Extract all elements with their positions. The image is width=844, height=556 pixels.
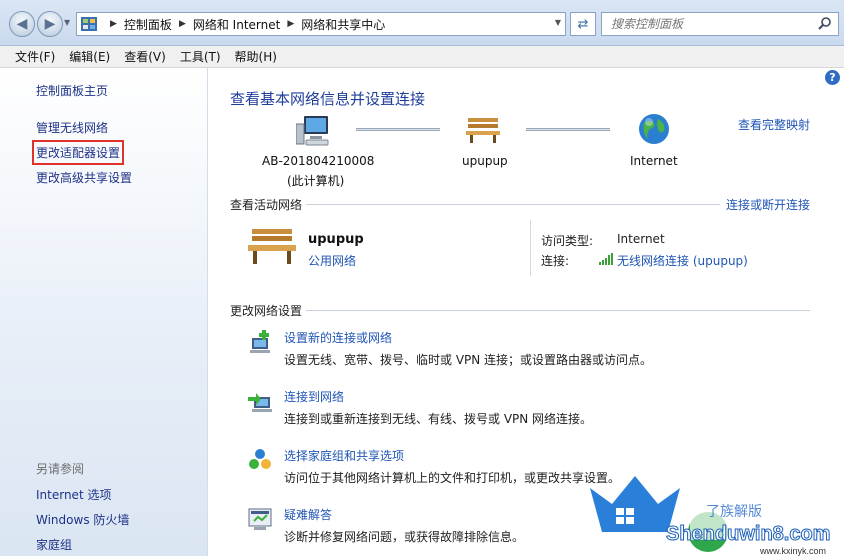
connections-label: 连接: bbox=[541, 254, 570, 268]
sidebar-item-advanced-sharing[interactable]: 更改高级共享设置 bbox=[36, 169, 132, 186]
vertical-divider bbox=[530, 220, 531, 276]
sidebar-item-internet-options[interactable]: Internet 选项 bbox=[36, 486, 111, 503]
breadcrumb-network-sharing-center[interactable]: 网络和共享中心 bbox=[301, 16, 385, 33]
watermark-logo: 了族解版 Shenduwin8.com www.kxinyk.com bbox=[590, 476, 840, 556]
connection-line bbox=[526, 128, 610, 131]
setup-new-connection-desc: 设置无线、宽带、拨号、临时或 VPN 连接；或设置路由器或访问点。 bbox=[284, 353, 653, 367]
wifi-signal-icon bbox=[599, 253, 613, 265]
sidebar-item-windows-firewall[interactable]: Windows 防火墙 bbox=[36, 511, 129, 528]
breadcrumb-control-panel[interactable]: 控制面板 bbox=[124, 16, 172, 33]
homegroup-sharing-desc: 访问位于其他网络计算机上的文件和打印机，或更改共享设置。 bbox=[284, 471, 621, 485]
new-connection-icon bbox=[250, 330, 270, 353]
refresh-icon: ⇄ bbox=[577, 16, 589, 32]
computer-name: AB-201804210008 bbox=[262, 154, 375, 168]
menu-file[interactable]: 文件(F) bbox=[8, 48, 62, 65]
menu-view[interactable]: 查看(V) bbox=[117, 48, 173, 65]
help-icon[interactable]: ? bbox=[825, 70, 840, 85]
menu-tools[interactable]: 工具(T) bbox=[173, 48, 228, 65]
computer-icon[interactable] bbox=[296, 114, 332, 148]
menu-bar: 文件(F) 编辑(E) 查看(V) 工具(T) 帮助(H) bbox=[0, 46, 844, 68]
setup-new-connection-link[interactable]: 设置新的连接或网络 bbox=[284, 329, 392, 346]
search-input[interactable] bbox=[611, 17, 811, 31]
troubleshoot-desc: 诊断并修复网络问题，或获得故障排除信息。 bbox=[284, 530, 525, 544]
menu-help[interactable]: 帮助(H) bbox=[228, 48, 284, 65]
back-arrow-icon: ◀ bbox=[16, 16, 28, 32]
watermark-sub: www.kxinyk.com bbox=[759, 546, 826, 556]
internet-globe-icon[interactable] bbox=[638, 113, 670, 145]
connection-line bbox=[356, 128, 440, 131]
forward-button[interactable]: ▶ bbox=[37, 11, 63, 37]
see-also-heading: 另请参阅 bbox=[36, 462, 85, 476]
forward-arrow-icon: ▶ bbox=[44, 16, 56, 32]
section-divider bbox=[306, 310, 810, 311]
back-button[interactable]: ◀ bbox=[9, 11, 35, 37]
menu-edit[interactable]: 编辑(E) bbox=[62, 48, 117, 65]
address-bar: ◀ ▶ ▼ ▶ 控制面板 ▶ 网络和 Internet ▶ 网络和共享中心 ▼ … bbox=[0, 0, 844, 46]
active-networks-heading: 查看活动网络 bbox=[230, 198, 303, 212]
watermark-text: Shenduwin8.com bbox=[666, 523, 830, 545]
connect-to-network-desc: 连接到或重新连接到无线、有线、拨号或 VPN 网络连接。 bbox=[284, 412, 593, 426]
troubleshoot-icon bbox=[248, 508, 272, 530]
breadcrumb-separator-icon[interactable]: ▶ bbox=[110, 19, 117, 29]
computer-sub-label: (此计算机) bbox=[287, 174, 345, 188]
sidebar-item-control-panel-home[interactable]: 控制面板主页 bbox=[36, 82, 108, 99]
connect-disconnect-link[interactable]: 连接或断开连接 bbox=[726, 196, 810, 213]
troubleshoot-link[interactable]: 疑难解答 bbox=[284, 506, 332, 523]
svg-text:了族解版: 了族解版 bbox=[706, 503, 762, 519]
network-name-label: upupup bbox=[462, 154, 508, 168]
internet-label: Internet bbox=[630, 154, 678, 168]
breadcrumb-separator-icon[interactable]: ▶ bbox=[287, 19, 294, 29]
recent-pages-dropdown-icon[interactable]: ▼ bbox=[64, 18, 70, 27]
access-type-value: Internet bbox=[617, 232, 665, 246]
bench-network-icon bbox=[248, 229, 296, 264]
breadcrumb-network-internet[interactable]: 网络和 Internet bbox=[193, 16, 280, 33]
homegroup-sharing-link[interactable]: 选择家庭组和共享选项 bbox=[284, 447, 404, 464]
left-task-pane: 控制面板主页 管理无线网络 更改适配器设置 更改高级共享设置 另请参阅 Inte… bbox=[0, 68, 208, 556]
active-network-name: upupup bbox=[308, 232, 364, 247]
network-type-link[interactable]: 公用网络 bbox=[308, 252, 356, 269]
search-box[interactable] bbox=[601, 12, 839, 36]
search-icon[interactable] bbox=[817, 16, 833, 32]
breadcrumb-separator-icon[interactable]: ▶ bbox=[179, 19, 186, 29]
connect-network-icon bbox=[248, 393, 272, 412]
wireless-connection-link[interactable]: 无线网络连接 (upupup) bbox=[617, 252, 748, 269]
address-dropdown-icon[interactable]: ▼ bbox=[555, 18, 561, 27]
section-divider bbox=[306, 204, 720, 205]
breadcrumb[interactable]: ▶ 控制面板 ▶ 网络和 Internet ▶ 网络和共享中心 ▼ bbox=[76, 12, 566, 36]
refresh-button[interactable]: ⇄ bbox=[570, 12, 596, 36]
bench-network-icon[interactable] bbox=[466, 116, 500, 144]
connect-to-network-link[interactable]: 连接到网络 bbox=[284, 388, 344, 405]
change-settings-heading: 更改网络设置 bbox=[230, 304, 303, 318]
control-panel-icon bbox=[81, 17, 97, 31]
sidebar-item-change-adapter-settings[interactable]: 更改适配器设置 bbox=[31, 140, 125, 165]
sidebar-item-manage-wireless[interactable]: 管理无线网络 bbox=[36, 119, 108, 136]
page-title: 查看基本网络信息并设置连接 bbox=[230, 90, 426, 108]
access-type-label: 访问类型: bbox=[541, 234, 594, 248]
view-full-map-link[interactable]: 查看完整映射 bbox=[738, 116, 810, 133]
sidebar-item-homegroup[interactable]: 家庭组 bbox=[36, 536, 72, 553]
homegroup-icon bbox=[249, 449, 271, 469]
